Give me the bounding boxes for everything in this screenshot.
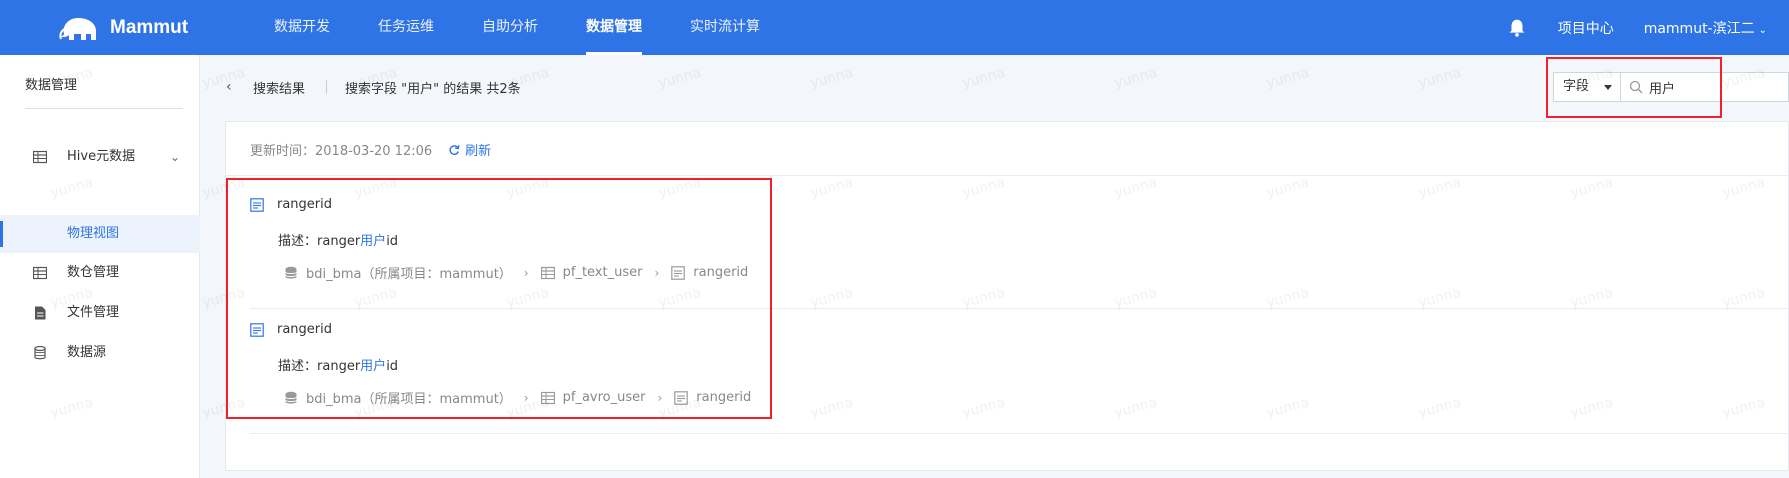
user-name: mammut-滨江二 <box>1643 20 1755 37</box>
nav-item-self-analysis[interactable]: 自助分析 <box>458 0 562 55</box>
sidebar-item-label: 数仓管理 <box>67 265 120 280</box>
database-icon <box>285 266 297 278</box>
sidebar-item-label: 文件管理 <box>67 305 120 320</box>
result-path: bdi_bma（所属项目：mammut） › pf_avro_user › ra… <box>284 388 751 407</box>
path-field[interactable]: rangerid <box>671 265 748 280</box>
project-center-link[interactable]: 项目中心 <box>1558 18 1614 38</box>
app-name: Mammut <box>110 17 189 38</box>
caret-down-icon <box>1604 85 1612 90</box>
field-icon <box>250 322 264 337</box>
search-type-value: 字段 <box>1563 79 1590 94</box>
path-table[interactable]: pf_text_user <box>540 265 643 280</box>
chevron-right-icon: › <box>523 390 529 405</box>
path-database[interactable]: bdi_bma（所属项目：mammut） <box>284 388 512 407</box>
path-database-label: bdi_bma（所属项目：mammut） <box>306 267 512 282</box>
nav-item-realtime-stream[interactable]: 实时流计算 <box>666 0 784 55</box>
desc-label: 描述： <box>278 234 318 249</box>
path-database[interactable]: bdi_bma（所属项目：mammut） <box>284 263 512 282</box>
sidebar-item-hive-metadata[interactable]: Hive元数据 ⌄ <box>0 139 200 175</box>
search-input[interactable] <box>1621 72 1789 102</box>
results-card: 更新时间：2018-03-20 12:06 刷新 rangerid 描述：ran… <box>225 121 1789 471</box>
result-divider <box>250 433 1789 434</box>
chevron-down-icon: ⌄ <box>170 150 181 164</box>
field-icon <box>250 197 264 212</box>
search-icon <box>1629 80 1643 94</box>
header-right: 项目中心 mammut-滨江二 ⌄ <box>1506 0 1789 55</box>
search-bar: 字段 <box>1553 72 1789 102</box>
update-info: 更新时间：2018-03-20 12:06 刷新 <box>250 140 491 159</box>
path-field-label: rangerid <box>696 390 752 405</box>
sidebar-item-file-management[interactable]: 文件管理 <box>0 295 200 331</box>
result-description: 描述：ranger用户id <box>278 355 398 374</box>
app-logo[interactable]: Mammut <box>56 12 188 44</box>
database-icon <box>285 391 297 403</box>
path-table[interactable]: pf_avro_user <box>540 390 646 405</box>
file-icon <box>35 306 46 320</box>
result-title[interactable]: rangerid <box>250 322 332 337</box>
sidebar-title: 数据管理 <box>25 78 78 93</box>
list-item: rangerid 描述：ranger用户id bdi_bma（所属项目：mamm… <box>250 322 770 432</box>
sidebar-item-physical-view[interactable]: 物理视图 <box>0 215 200 253</box>
refresh-icon <box>449 144 460 155</box>
search-result-summary: 搜索字段 "用户" 的结果 共2条 <box>345 82 521 97</box>
main-nav: 数据开发 任务运维 自助分析 数据管理 实时流计算 <box>250 0 784 55</box>
result-path: bdi_bma（所属项目：mammut） › pf_text_user › ra… <box>284 263 748 282</box>
user-menu[interactable]: mammut-滨江二 ⌄ <box>1644 18 1767 38</box>
desc-highlight: 用户 <box>360 359 387 374</box>
database-icon <box>34 346 46 360</box>
table-icon <box>33 266 47 280</box>
chevron-right-icon: › <box>523 265 529 280</box>
chevron-right-icon: › <box>654 265 660 280</box>
sidebar-item-label: 数据源 <box>67 345 107 360</box>
search-type-select[interactable]: 字段 <box>1553 72 1621 102</box>
breadcrumb-divider <box>326 80 327 94</box>
list-item: rangerid 描述：ranger用户id bdi_bma（所属项目：mamm… <box>250 197 770 307</box>
refresh-button[interactable]: 刷新 <box>448 140 491 159</box>
nav-item-data-dev[interactable]: 数据开发 <box>250 0 354 55</box>
breadcrumb: ‹ 搜索结果 搜索字段 "用户" 的结果 共2条 <box>201 55 1789 121</box>
sidebar-item-warehouse-management[interactable]: 数仓管理 <box>0 255 200 291</box>
result-description: 描述：ranger用户id <box>278 230 398 249</box>
back-arrow-icon[interactable]: ‹ <box>226 79 232 95</box>
result-name: rangerid <box>277 197 333 212</box>
top-bar: Mammut 数据开发 任务运维 自助分析 数据管理 实时流计算 项目中心 ma… <box>0 0 1789 55</box>
refresh-label: 刷新 <box>465 144 492 159</box>
table-icon <box>540 391 555 404</box>
field-icon <box>674 390 689 405</box>
table-icon <box>33 150 47 164</box>
desc-text: id <box>386 359 399 374</box>
result-divider <box>250 308 1789 309</box>
page-title: 搜索结果 <box>253 82 306 97</box>
desc-highlight: 用户 <box>360 234 387 249</box>
path-table-label: pf_avro_user <box>562 390 646 405</box>
sidebar-item-data-source[interactable]: 数据源 <box>0 335 200 371</box>
chevron-right-icon: › <box>657 390 663 405</box>
bell-icon[interactable] <box>1506 17 1528 39</box>
mammoth-logo-icon <box>59 18 96 40</box>
sidebar-divider <box>25 108 183 109</box>
chevron-down-icon: ⌄ <box>1758 24 1767 36</box>
sidebar: 数据管理 Hive元数据 ⌄ 物理视图 数仓管理 文件管理 数据源 <box>0 55 200 478</box>
result-name: rangerid <box>277 322 333 337</box>
table-icon <box>540 266 555 279</box>
result-title[interactable]: rangerid <box>250 197 332 212</box>
desc-text: id <box>386 234 399 249</box>
sidebar-item-label: Hive元数据 <box>67 149 136 164</box>
field-icon <box>671 265 686 280</box>
update-time: 更新时间：2018-03-20 12:06 <box>250 144 433 159</box>
path-table-label: pf_text_user <box>562 265 643 280</box>
desc-text: ranger <box>317 359 361 374</box>
path-database-label: bdi_bma（所属项目：mammut） <box>306 392 512 407</box>
desc-text: ranger <box>317 234 361 249</box>
path-field[interactable]: rangerid <box>674 390 751 405</box>
card-divider <box>226 175 1788 176</box>
nav-item-data-management[interactable]: 数据管理 <box>562 0 666 55</box>
desc-label: 描述： <box>278 359 318 374</box>
sidebar-item-label: 物理视图 <box>67 226 120 241</box>
nav-item-task-ops[interactable]: 任务运维 <box>354 0 458 55</box>
path-field-label: rangerid <box>693 265 749 280</box>
